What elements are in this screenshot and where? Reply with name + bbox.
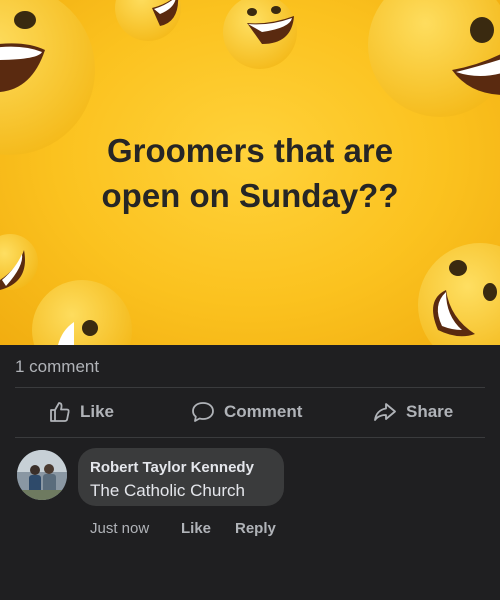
laughing-emoji-icon — [32, 280, 132, 345]
share-icon — [374, 403, 396, 421]
like-button[interactable]: Like — [48, 393, 114, 431]
thumbs-up-icon — [50, 402, 70, 422]
laughing-emoji-icon — [368, 0, 500, 117]
post-image[interactable]: Groomers that are open on Sunday?? — [0, 0, 500, 345]
laughing-emoji-icon — [223, 0, 297, 69]
comment-label: Comment — [224, 402, 303, 421]
post-footer: 1 comment Like Comment Share Robert Tayl… — [0, 345, 500, 600]
like-label: Like — [80, 402, 115, 421]
laughing-emoji-icon — [0, 234, 38, 290]
comment-bubble: Robert Taylor Kennedy The Catholic Churc… — [78, 448, 284, 506]
comment-reply-button[interactable]: Reply — [235, 520, 276, 537]
post-text-line: open on Sunday?? — [101, 177, 399, 214]
laughing-emoji-icon — [418, 243, 500, 345]
divider — [15, 437, 485, 438]
post-text-line: Groomers that are — [106, 132, 394, 169]
comment-icon — [192, 402, 214, 422]
comment-author[interactable]: Robert Taylor Kennedy — [90, 459, 254, 476]
divider — [15, 387, 485, 388]
avatar-photo — [17, 450, 67, 500]
comment-text: The Catholic Church — [90, 481, 245, 500]
share-label: Share — [406, 402, 454, 421]
comment-timestamp: Just now — [90, 520, 150, 537]
laughing-emoji-icon — [115, 0, 181, 41]
comment-like-button[interactable]: Like — [181, 520, 211, 537]
avatar[interactable] — [17, 450, 67, 500]
comment-count[interactable]: 1 comment — [15, 357, 99, 377]
post-text: Groomers that are open on Sunday?? — [0, 128, 500, 218]
share-button[interactable]: Share — [372, 393, 453, 431]
comment-button[interactable]: Comment — [190, 393, 302, 431]
